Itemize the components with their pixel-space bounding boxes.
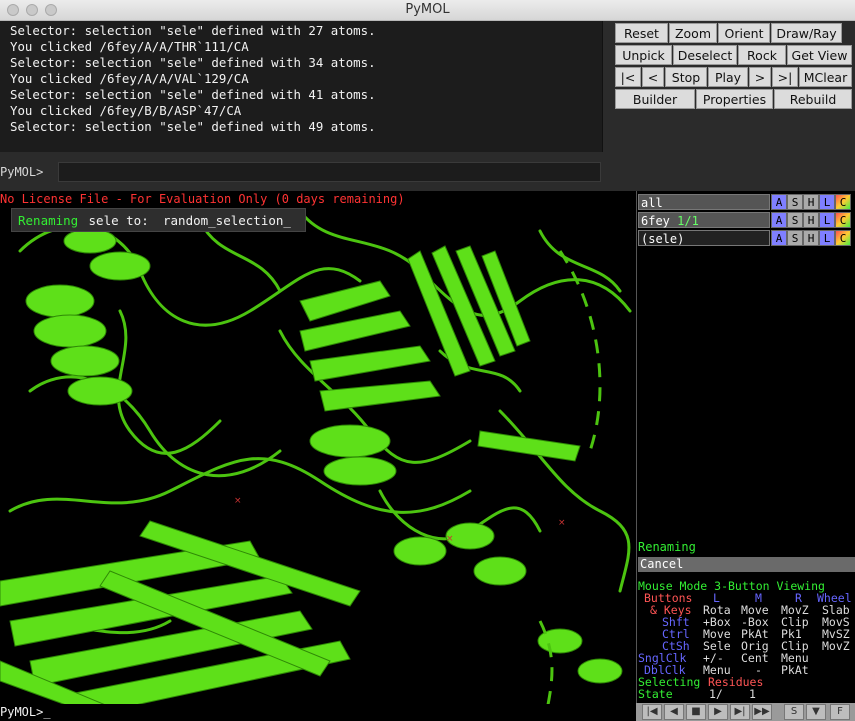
show-button[interactable]: S (787, 230, 803, 246)
state-label: State (638, 687, 673, 701)
hide-button[interactable]: H (803, 230, 819, 246)
reset-button[interactable]: Reset (615, 23, 668, 43)
hide-button[interactable]: H (803, 212, 819, 228)
cancel-button[interactable]: Cancel (638, 557, 855, 572)
color-button[interactable]: C (835, 230, 851, 246)
play-movie-button[interactable]: ▶ (708, 704, 728, 720)
object-name[interactable]: (sele) (638, 230, 770, 246)
viewport-prompt-text: PyMOL>_ (0, 705, 51, 719)
zoom-button[interactable]: Zoom (669, 23, 717, 43)
label-button[interactable]: L (819, 230, 835, 246)
window-title: PyMOL (405, 2, 450, 17)
play-button[interactable]: Play (708, 67, 748, 87)
show-button[interactable]: S (787, 194, 803, 210)
rename-value[interactable]: random_selection_ (163, 213, 291, 228)
molecular-viewport[interactable]: × × × No License File - For Evaluation O… (0, 191, 636, 721)
output-log: Selector: selection "sele" defined with … (0, 21, 603, 152)
sequence-button[interactable]: S (784, 704, 804, 720)
object-name[interactable]: all (638, 194, 770, 210)
object-row-all[interactable]: all A S H L C (638, 194, 855, 210)
log-line: Selector: selection "sele" defined with … (10, 119, 376, 134)
svg-text:×: × (234, 496, 242, 506)
draw-ray-button[interactable]: Draw/Ray (771, 23, 842, 43)
log-line: Selector: selection "sele" defined with … (10, 23, 376, 38)
log-line: You clicked /6fey/A/A/VAL`129/CA (10, 71, 249, 86)
viewport-prompt[interactable]: PyMOL>_ (0, 704, 636, 721)
show-button[interactable]: S (787, 212, 803, 228)
svg-text:×: × (446, 534, 454, 544)
stop-movie-button[interactable]: ■ (686, 704, 706, 720)
rock-button[interactable]: Rock (738, 45, 786, 65)
log-line: Selector: selection "sele" defined with … (10, 55, 376, 70)
svg-text:×: × (558, 518, 566, 528)
mm-cell: MovZ (822, 639, 850, 653)
mclear-button[interactable]: MClear (799, 67, 852, 87)
cancel-label: Cancel (640, 557, 684, 571)
unpick-button[interactable]: Unpick (615, 45, 672, 65)
object-panel: all A S H L C 6fey 1/1 A S H L C (sele) … (636, 191, 855, 721)
command-row: PyMOL> (0, 159, 602, 185)
label-button[interactable]: L (819, 212, 835, 228)
object-row-sele[interactable]: (sele) A S H L C (638, 230, 855, 246)
forward-button[interactable]: > (749, 67, 771, 87)
state-value: 1/ (709, 687, 723, 701)
action-button[interactable]: A (771, 194, 787, 210)
color-button[interactable]: C (835, 212, 851, 228)
prev-frame-button[interactable]: ◀ (664, 704, 684, 720)
log-line: You clicked /6fey/A/A/THR`111/CA (10, 39, 249, 54)
color-button[interactable]: C (835, 194, 851, 210)
state-total: 1 (749, 687, 756, 701)
action-button[interactable]: A (771, 212, 787, 228)
rewind-button[interactable]: |< (615, 67, 641, 87)
top-panel: Selector: selection "sele" defined with … (0, 21, 855, 191)
builder-button[interactable]: Builder (615, 89, 695, 109)
action-button[interactable]: A (771, 230, 787, 246)
object-row-6fey[interactable]: 6fey 1/1 A S H L C (638, 212, 855, 228)
object-name[interactable]: 6fey 1/1 (638, 212, 770, 228)
rename-label: Renaming (18, 213, 79, 228)
get-view-button[interactable]: Get View (787, 45, 852, 65)
fullscreen-button[interactable]: F (830, 704, 850, 720)
expand-button[interactable]: ▼ (806, 704, 826, 720)
end-button[interactable]: >| (772, 67, 798, 87)
next-frame-button[interactable]: ▶| (730, 704, 750, 720)
rename-middle: sele to: (81, 213, 157, 228)
deselect-button[interactable]: Deselect (673, 45, 737, 65)
command-prompt: PyMOL> (0, 165, 44, 179)
stop-button[interactable]: Stop (665, 67, 707, 87)
license-watermark: No License File - For Evaluation Only (0… (0, 192, 405, 206)
properties-button[interactable]: Properties (696, 89, 773, 109)
log-line: Selector: selection "sele" defined with … (10, 87, 376, 102)
command-input[interactable] (58, 162, 601, 182)
title-bar: PyMOL (0, 0, 855, 21)
first-frame-button[interactable]: |◀ (642, 704, 662, 720)
rename-prompt: Renaming sele to: random_selection_ (11, 208, 306, 232)
label-button[interactable]: L (819, 194, 835, 210)
hide-button[interactable]: H (803, 194, 819, 210)
back-button[interactable]: < (642, 67, 664, 87)
wizard-title: Renaming (638, 540, 696, 554)
rebuild-button[interactable]: Rebuild (774, 89, 852, 109)
last-frame-button[interactable]: ▶▶ (752, 704, 772, 720)
movie-controls: |◀ ◀ ■ ▶ ▶| ▶▶ S ▼ F (636, 703, 855, 721)
protein-cartoon: × × × (0, 209, 632, 721)
mm-cell: PkAt (781, 663, 809, 677)
log-line: You clicked /6fey/B/B/ASP`47/CA (10, 103, 242, 118)
orient-button[interactable]: Orient (718, 23, 770, 43)
